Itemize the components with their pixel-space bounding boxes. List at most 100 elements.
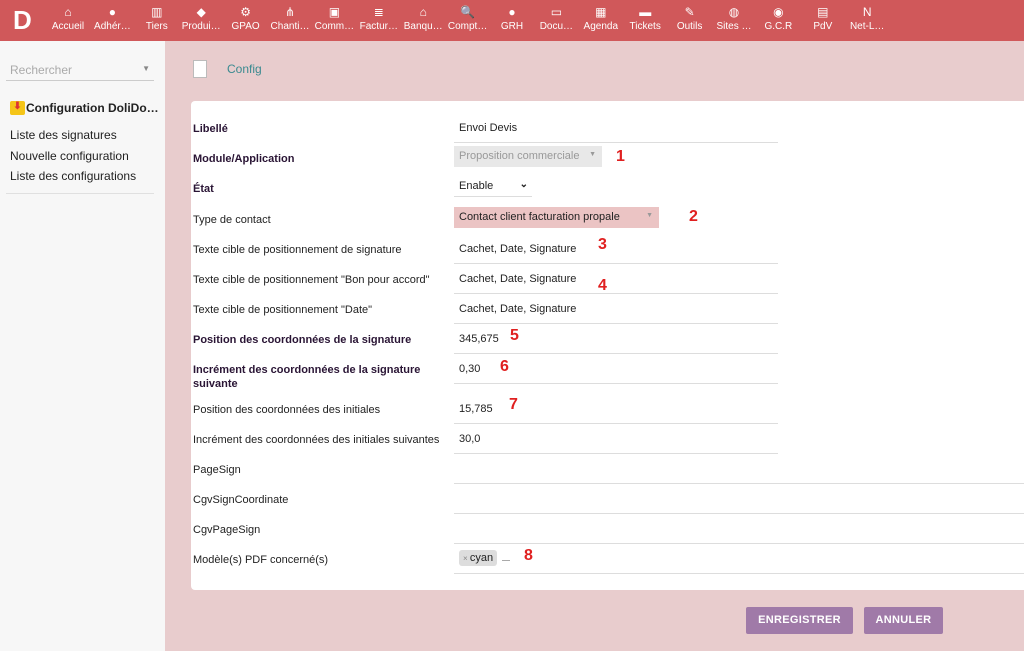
nav-icon: ◍ bbox=[728, 5, 740, 19]
nav-label: Banqu… bbox=[403, 21, 443, 32]
nav-icon: ◆ bbox=[196, 5, 206, 19]
nav-label: Outils bbox=[676, 21, 703, 32]
nav-item-7[interactable]: ≣ Factur… bbox=[355, 3, 403, 32]
form-row: CgvSignCoordinate bbox=[191, 484, 1024, 514]
nav-item-5[interactable]: ⋔ Chanti… bbox=[266, 3, 314, 32]
text-input[interactable]: 30,0 bbox=[454, 424, 778, 454]
field-label: Incrément des coordonnées des initiales … bbox=[193, 434, 440, 446]
field-label: Modèle(s) PDF concerné(s) bbox=[193, 554, 329, 566]
field-label: Position des coordonnées de la signature bbox=[193, 334, 412, 346]
menu-title[interactable]: ⬇ Configuration DoliDo… bbox=[10, 101, 159, 115]
annotation-number: 3 bbox=[598, 236, 607, 253]
nav-item-18[interactable]: N Net-L… bbox=[843, 3, 891, 32]
field-label: PageSign bbox=[193, 464, 241, 476]
annotation-number: 8 bbox=[524, 547, 533, 564]
nav-item-13[interactable]: ▬ Tickets bbox=[621, 3, 669, 32]
nav-item-4[interactable]: ⚙ GPAO bbox=[222, 3, 270, 32]
nav-icon: ≣ bbox=[373, 5, 384, 19]
text-input[interactable]: 345,675 bbox=[454, 324, 778, 354]
menu-title-label: Configuration DoliDo… bbox=[26, 101, 159, 115]
nav-icon: ▭ bbox=[550, 5, 563, 19]
nav-label: Adhér… bbox=[94, 21, 131, 32]
nav-item-10[interactable]: ● GRH bbox=[488, 3, 536, 32]
form-row: Texte cible de positionnement "Date" Cach… bbox=[191, 294, 1024, 324]
nav-label: Factur… bbox=[359, 21, 398, 32]
annotation-number: 6 bbox=[500, 358, 509, 375]
form-row: Texte cible de positionnement de signatu… bbox=[191, 234, 1024, 264]
nav-label: Tickets bbox=[629, 21, 661, 32]
tag-chip: × cyan bbox=[459, 550, 498, 566]
sidebar: Rechercher ▼ ⬇ Configuration DoliDo… Liste… bbox=[0, 41, 165, 651]
cancel-button[interactable]: ANNULER bbox=[864, 607, 943, 634]
nav-item-9[interactable]: 🔍 Compt… bbox=[444, 3, 492, 32]
nav-icon: ▥ bbox=[151, 5, 163, 19]
nav-icon: ▤ bbox=[817, 5, 829, 19]
menu-item-new-config[interactable]: Nouvelle configuration bbox=[10, 149, 129, 163]
nav-label: Compt… bbox=[447, 21, 488, 32]
nav-icon: ◉ bbox=[773, 5, 784, 19]
text-input[interactable]: Cachet, Date, Signature bbox=[454, 264, 778, 294]
text-input[interactable] bbox=[454, 514, 1024, 544]
contact-type-select[interactable]: Contact client facturation propale ▼ bbox=[454, 207, 659, 228]
form-row: CgvPageSign bbox=[191, 514, 1024, 544]
page-title: Config bbox=[227, 62, 262, 76]
nav-item-8[interactable]: ⌂ Banqu… bbox=[399, 3, 447, 32]
text-input[interactable]: Envoi Devis bbox=[454, 113, 778, 143]
nav-icon: ● bbox=[108, 5, 117, 19]
nav-label: Tiers bbox=[145, 21, 168, 32]
nav-item-0[interactable]: ⌂ Accueil bbox=[44, 3, 92, 32]
annotation-number: 7 bbox=[509, 396, 518, 413]
select-value: Enable bbox=[459, 180, 494, 192]
nav-item-17[interactable]: ▤ PdV bbox=[799, 3, 847, 32]
form-row: Position des coordonnées de la signature… bbox=[191, 324, 1024, 354]
nav-label: G.C.R bbox=[764, 21, 793, 32]
nav-item-11[interactable]: ▭ Docu… bbox=[532, 3, 580, 32]
nav-item-6[interactable]: ▣ Comm… bbox=[310, 3, 358, 32]
nav-item-15[interactable]: ◍ Sites … bbox=[710, 3, 758, 32]
nav-label: Net-L… bbox=[849, 21, 885, 32]
annotation-number: 2 bbox=[689, 208, 698, 225]
nav-label: Comm… bbox=[314, 21, 355, 32]
document-icon bbox=[193, 60, 207, 78]
menu-item-signatures[interactable]: Liste des signatures bbox=[10, 128, 117, 142]
nav-icon: ⌂ bbox=[419, 5, 427, 19]
nav-item-3[interactable]: ◆ Produi… bbox=[177, 3, 225, 32]
nav-item-14[interactable]: ✎ Outils bbox=[666, 3, 714, 32]
pdf-models-input[interactable]: × cyan bbox=[454, 544, 1024, 574]
text-input[interactable] bbox=[454, 484, 1024, 514]
text-input[interactable]: 15,785 bbox=[454, 394, 778, 424]
nav-label: Agenda bbox=[583, 21, 619, 32]
nav-label: GRH bbox=[500, 21, 524, 32]
nav-item-1[interactable]: ● Adhér… bbox=[88, 3, 136, 32]
form-row: Position des coordonnées des initiales 15… bbox=[191, 394, 1024, 424]
nav-label: PdV bbox=[813, 21, 833, 32]
chevron-down-icon: ⌄ bbox=[519, 179, 528, 190]
nav-icon: ● bbox=[508, 5, 516, 19]
text-input[interactable]: Cachet, Date, Signature bbox=[454, 294, 778, 324]
field-label: Module/Application bbox=[193, 153, 295, 165]
search-placeholder: Rechercher bbox=[10, 63, 73, 77]
remove-tag-icon[interactable]: × bbox=[463, 554, 470, 563]
nav-item-12[interactable]: ▦ Agenda bbox=[577, 3, 625, 32]
nav-icon: ✎ bbox=[684, 5, 695, 19]
field-label: Position des coordonnées des initiales bbox=[193, 404, 381, 416]
app-logo[interactable]: D bbox=[13, 7, 35, 33]
nav-item-2[interactable]: ▥ Tiers bbox=[133, 3, 181, 32]
tag-label: cyan bbox=[469, 552, 494, 564]
form-row: Incrément des coordonnées de la signatur… bbox=[191, 354, 1024, 390]
field-label: CgvPageSign bbox=[193, 524, 261, 536]
module-select[interactable]: Proposition commerciale ▼ bbox=[454, 146, 602, 167]
nav-label: Chanti… bbox=[270, 21, 310, 32]
state-select[interactable]: Enable ⌄ bbox=[454, 176, 532, 197]
text-input[interactable]: Cachet, Date, Signature bbox=[454, 234, 778, 264]
nav-item-16[interactable]: ◉ G.C.R bbox=[754, 3, 802, 32]
nav-icon: ⋔ bbox=[284, 5, 296, 19]
menu-item-config-list[interactable]: Liste des configurations bbox=[10, 169, 136, 183]
search-input[interactable]: Rechercher ▼ bbox=[6, 59, 154, 81]
top-navbar: D ⌂ Accueil ● Adhér… ▥ Tiers ◆ Produi… ⚙ GPAO ⋔ Cha… bbox=[0, 0, 1024, 41]
save-button[interactable]: ENREGISTRER bbox=[746, 607, 853, 634]
text-input[interactable] bbox=[454, 454, 1024, 484]
nav-label: Produi… bbox=[181, 21, 221, 32]
form-row: Libellé Envoi Devis bbox=[191, 113, 1024, 143]
field-label: Incrément des coordonnées de la signatur… bbox=[193, 364, 421, 390]
